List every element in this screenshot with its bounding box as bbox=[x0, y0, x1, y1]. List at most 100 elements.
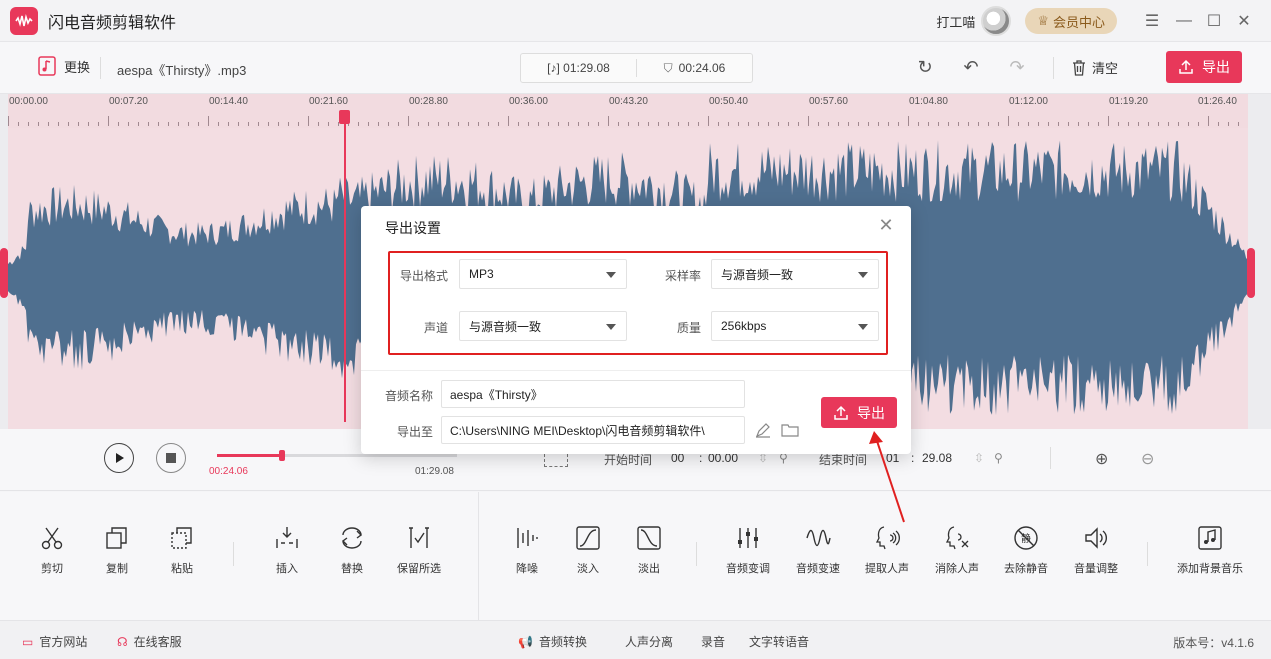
ruler-minor-tick bbox=[198, 122, 199, 126]
paste-button[interactable]: 粘贴 bbox=[147, 524, 217, 576]
ruler-minor-tick bbox=[78, 122, 79, 126]
quality-label: 质量 bbox=[676, 321, 701, 335]
ruler-minor-tick bbox=[1048, 122, 1049, 126]
record-link[interactable]: 录音 bbox=[701, 633, 725, 650]
tts-link[interactable]: 文字转语音 bbox=[749, 633, 809, 650]
support-label: 在线客服 bbox=[133, 635, 182, 649]
playhead-marker[interactable] bbox=[339, 110, 350, 124]
format-select[interactable]: MP3 bbox=[459, 259, 627, 289]
website-link[interactable]: ▭ 官方网站 bbox=[22, 633, 87, 650]
speed-button[interactable]: 音频变速 bbox=[783, 524, 853, 576]
ruler-label: 01:26.40 bbox=[1198, 96, 1237, 107]
stop-button[interactable] bbox=[156, 443, 186, 473]
ruler-minor-tick bbox=[1228, 122, 1229, 126]
pitch-button[interactable]: 音频变调 bbox=[713, 524, 783, 576]
user-name[interactable]: 打工喵 bbox=[936, 12, 975, 31]
ruler-minor-tick bbox=[738, 122, 739, 126]
ruler-minor-tick bbox=[388, 122, 389, 126]
timeline-ruler[interactable]: 00:00.00 00:07.20 00:14.40 00:21.60 00:28.80… bbox=[8, 94, 1248, 128]
ruler-minor-tick bbox=[1068, 122, 1069, 126]
remove-silence-button[interactable]: 静去除静音 bbox=[991, 524, 1061, 576]
fade-out-button[interactable]: 淡出 bbox=[614, 524, 684, 576]
refresh-icon[interactable]: ↻ bbox=[914, 56, 936, 78]
redo-icon[interactable]: ↷ bbox=[1006, 56, 1028, 78]
minimize-icon[interactable]: — bbox=[1169, 6, 1199, 36]
play-button[interactable] bbox=[104, 443, 134, 473]
denoise-button[interactable]: 降噪 bbox=[492, 524, 562, 576]
close-window-icon[interactable]: ✕ bbox=[1229, 6, 1259, 36]
function-label: 剪切 bbox=[41, 563, 63, 575]
extract-voice-button[interactable]: 提取人声 bbox=[852, 524, 922, 576]
replace-file-button[interactable]: 更换 bbox=[38, 56, 90, 76]
sample-rate-select[interactable]: 与源音频一致 bbox=[711, 259, 879, 289]
ruler-minor-tick bbox=[768, 122, 769, 126]
stepper-icon[interactable]: ⇳ bbox=[974, 451, 984, 465]
ruler-minor-tick bbox=[328, 122, 329, 126]
dialog-divider bbox=[361, 370, 911, 371]
ruler-minor-tick bbox=[1198, 122, 1199, 126]
menu-icon[interactable]: ☰ bbox=[1137, 6, 1167, 36]
ruler-minor-tick bbox=[748, 122, 749, 126]
playhead[interactable] bbox=[344, 112, 346, 422]
vip-center-button[interactable]: ♕ 会员中心 bbox=[1025, 8, 1117, 34]
ruler-minor-tick bbox=[228, 122, 229, 126]
function-label: 消除人声 bbox=[935, 563, 979, 575]
ruler-minor-tick bbox=[68, 122, 69, 126]
audio-name-input[interactable]: aespa《Thirsty》 bbox=[441, 380, 745, 408]
support-link[interactable]: ☊ 在线客服 bbox=[117, 633, 182, 650]
copy-button[interactable]: 复制 bbox=[82, 524, 152, 576]
ruler-minor-tick bbox=[1088, 122, 1089, 126]
ruler-minor-tick bbox=[998, 122, 999, 126]
ruler-minor-tick bbox=[638, 122, 639, 126]
clear-button[interactable]: 清空 bbox=[1072, 58, 1118, 77]
replace-icon bbox=[338, 524, 366, 552]
edit-icon[interactable] bbox=[754, 421, 772, 439]
scissors-button[interactable]: 剪切 bbox=[17, 524, 87, 576]
speed-icon bbox=[804, 524, 832, 552]
right-trim-handle[interactable] bbox=[1247, 248, 1255, 298]
undo-icon[interactable]: ↶ bbox=[960, 56, 982, 78]
ruler-minor-tick bbox=[728, 122, 729, 126]
ruler-minor-tick bbox=[668, 122, 669, 126]
fade-in-button[interactable]: 淡入 bbox=[553, 524, 623, 576]
function-label: 音频变调 bbox=[726, 563, 770, 575]
bg-music-button[interactable]: 添加背景音乐 bbox=[1175, 524, 1245, 576]
keep-selection-button[interactable]: 保留所选 bbox=[384, 524, 454, 576]
ruler-minor-tick bbox=[1128, 122, 1129, 126]
maximize-icon[interactable]: ☐ bbox=[1199, 6, 1229, 36]
audio-convert-link[interactable]: 📢 音频转换 bbox=[518, 633, 587, 650]
folder-icon[interactable] bbox=[781, 421, 799, 439]
progress-knob[interactable] bbox=[278, 450, 285, 461]
voice-separate-link[interactable]: 人声分离 bbox=[625, 633, 673, 650]
export-button[interactable]: 导出 bbox=[1166, 51, 1242, 83]
playback-progress[interactable] bbox=[217, 450, 457, 461]
volume-button[interactable]: 音量调整 bbox=[1061, 524, 1131, 576]
divider bbox=[1053, 57, 1054, 79]
pin-icon[interactable]: ⚲ bbox=[994, 451, 1003, 465]
export-path-input[interactable]: C:\Users\NING MEI\Desktop\闪电音频剪辑软件\ bbox=[441, 416, 745, 444]
remove-voice-button[interactable]: 消除人声 bbox=[922, 524, 992, 576]
ruler-minor-tick bbox=[138, 122, 139, 126]
zoom-out-icon[interactable]: ⊖ bbox=[1141, 449, 1161, 469]
end-seconds[interactable]: 29.08 bbox=[922, 451, 952, 465]
insert-button[interactable]: 插入 bbox=[252, 524, 322, 576]
ruler-label: 00:07.20 bbox=[109, 96, 148, 107]
quality-select[interactable]: 256kbps bbox=[711, 311, 879, 341]
volume-icon bbox=[1082, 524, 1110, 552]
ruler-minor-tick bbox=[968, 122, 969, 126]
close-icon[interactable]: ✕ bbox=[877, 216, 895, 234]
ruler-minor-tick bbox=[428, 122, 429, 126]
ruler-tick bbox=[708, 116, 709, 126]
ruler-minor-tick bbox=[268, 122, 269, 126]
avatar[interactable] bbox=[981, 6, 1012, 36]
ruler-minor-tick bbox=[1178, 122, 1179, 126]
left-trim-handle[interactable] bbox=[0, 248, 8, 298]
zoom-in-icon[interactable]: ⊕ bbox=[1095, 449, 1115, 469]
ruler-minor-tick bbox=[318, 122, 319, 126]
dialog-export-label: 导出 bbox=[857, 404, 885, 421]
channel-select[interactable]: 与源音频一致 bbox=[459, 311, 627, 341]
divider bbox=[1147, 542, 1148, 566]
replace-button[interactable]: 替换 bbox=[317, 524, 387, 576]
dialog-export-button[interactable]: 导出 bbox=[821, 397, 897, 428]
divider bbox=[696, 542, 697, 566]
